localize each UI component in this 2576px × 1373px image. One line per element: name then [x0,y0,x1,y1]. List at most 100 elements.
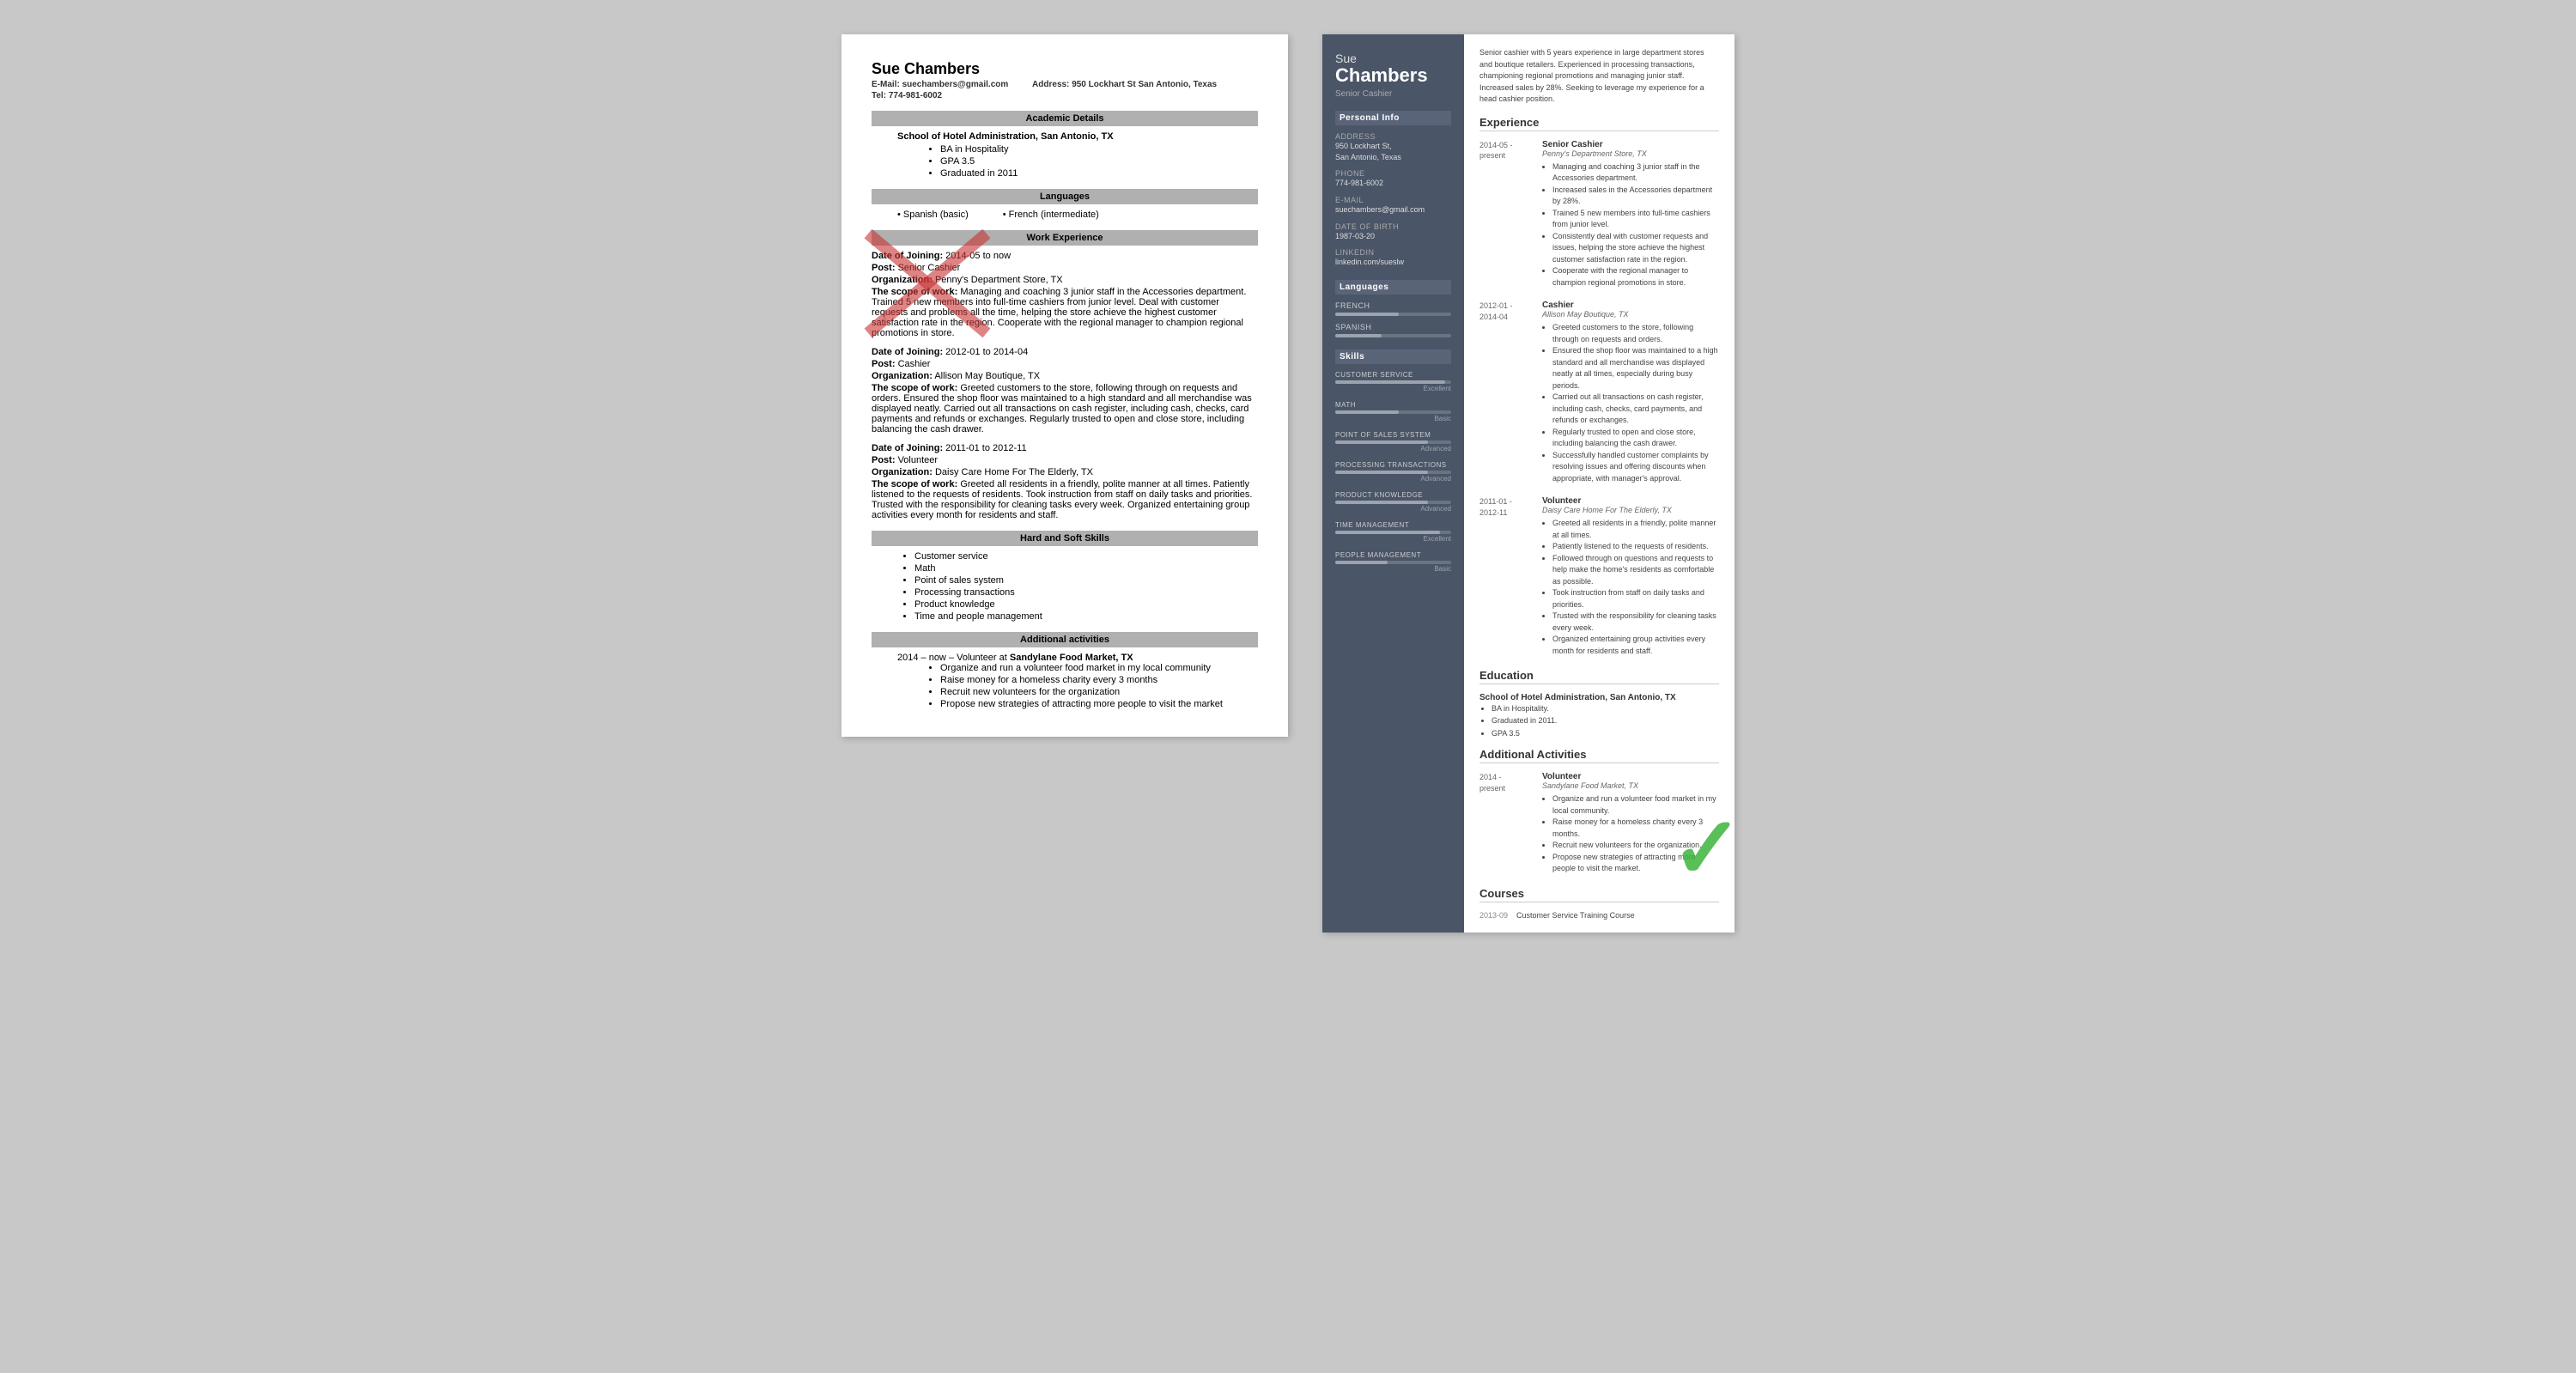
exp-1-b1: Ensured the shop floor was maintained to… [1552,345,1719,392]
exp-2-b0: Greeted all residents in a friendly, pol… [1552,518,1719,541]
exp-1-b0: Greeted customers to the store, followin… [1552,322,1719,345]
work-1-post-label: Post: [872,359,896,369]
add-0-b1: Raise money for a homeless charity every… [1552,817,1719,840]
work-1-org-field: Organization: Allison May Boutique, TX [872,371,1258,381]
skill-0: Customer service [914,551,1258,562]
add-0-b2: Recruit new volunteers for the organizat… [1552,840,1719,852]
sidebar-personal-section: Personal Info Address 950 Lockhart St,Sa… [1335,111,1451,268]
skill-proc-fill [1335,471,1428,474]
work-1-date: 2012-01 to 2014-04 [945,347,1028,357]
skill-proc-level: Advanced [1335,475,1451,483]
work-1-post-field: Post: Cashier [872,359,1258,369]
additional-heading: Additional Activities [1479,748,1719,763]
linkedin-label: LinkedIn [1335,248,1451,257]
course-0: 2013-09 Customer Service Training Course [1479,911,1719,920]
work-0-scope-field: The scope of work: Managing and coaching… [872,287,1258,338]
address-label: Address [1335,132,1451,141]
linkedin-value: linkedin.com/sueslw [1335,257,1451,268]
personal-info-title: Personal Info [1335,111,1451,125]
work-1-org: Allison May Boutique, TX [934,371,1040,381]
skill-pk-level: Advanced [1335,505,1451,513]
add-0-b3: Propose new strategies of attracting mor… [1552,852,1719,875]
skill-pk-fill [1335,501,1428,504]
exp-0-dates: 2014-05 -present [1479,140,1535,289]
academic-bullet-1: GPA 3.5 [940,156,1258,167]
phone-label: Phone [1335,169,1451,178]
work-0-org-field: Organization: Penny's Department Store, … [872,275,1258,285]
left-address: 950 Lockhart St San Antonio, Texas [1072,80,1217,89]
work-2-org-field: Organization: Daisy Care Home For The El… [872,467,1258,477]
add-bullet-2: Recruit new volunteers for the organizat… [940,687,1258,697]
courses-heading: Courses [1479,887,1719,902]
work-1-org-label: Organization: [872,371,933,381]
exp-1-title: Cashier [1542,301,1719,310]
skill-pos-bar [1335,440,1451,444]
skill-cs-fill [1335,380,1445,384]
work-1-scope-label: The scope of work: [872,383,957,393]
email-label: E-mail [1335,196,1451,204]
skill-tm-fill [1335,531,1440,534]
languages-title: Languages [1335,280,1451,295]
exp-2-org: Daisy Care Home For The Elderly, TX [1542,506,1719,514]
skills-section-title: Hard and Soft Skills [872,531,1258,546]
exp-1-b2: Carried out all transactions on cash reg… [1552,392,1719,427]
work-0-date: 2014-05 to now [945,251,1011,261]
skill-math-bar [1335,410,1451,414]
email-item: E-mail suechambers@gmail.com [1335,196,1451,216]
languages-content: • Spanish (basic) • French (intermediate… [897,210,1258,220]
exp-0-b0: Managing and coaching 3 junior staff in … [1552,161,1719,185]
academic-bullet-0: BA in Hospitality [940,144,1258,155]
phone-value: 774-981-6002 [1335,178,1451,189]
exp-2-b5: Organized entertaining group activities … [1552,634,1719,657]
work-2-date-label: Date of Joining: [872,443,943,453]
lang-0: • Spanish (basic) [897,210,969,220]
exp-1-bullets: Greeted customers to the store, followin… [1552,322,1719,484]
skill-people-management: PEOPLE MANAGEMENT Basic [1335,551,1451,573]
exp-2-title: Volunteer [1542,496,1719,506]
additional-bullets: Organize and run a volunteer food market… [940,663,1258,709]
work-2-date-field: Date of Joining: 2011-01 to 2012-11 [872,443,1258,453]
exp-entry-1: 2012-01 -2014-04 Cashier Allison May Bou… [1479,301,1719,484]
dob-item: Date of birth 1987-03-20 [1335,222,1451,242]
skill-2: Point of sales system [914,575,1258,586]
add-bullet-3: Propose new strategies of attracting mor… [940,699,1258,709]
skill-cs-name: CUSTOMER SERVICE [1335,371,1451,379]
skill-pos-fill [1335,440,1428,444]
academic-section-title: Academic Details [872,111,1258,126]
left-contact-line1: E-Mail: suechambers@gmail.com Address: 9… [872,80,1258,89]
additional-date: 2014 – now – Volunteer at [897,653,1007,663]
left-contact-line2: Tel: 774-981-6002 [872,91,1258,100]
work-2-org: Daisy Care Home For The Elderly, TX [935,467,1093,477]
main-content: Senior cashier with 5 years experience i… [1464,34,1735,933]
edu-entry-0: School of Hotel Administration, San Anto… [1479,693,1719,739]
work-0-org-label: Organization: [872,275,933,285]
skill-cs-level: Excellent [1335,385,1451,392]
course-0-name: Customer Service Training Course [1516,911,1635,920]
skill-tm-bar [1335,531,1451,534]
lang-1: • French (intermediate) [1003,210,1099,220]
skill-pk-bar [1335,501,1451,504]
lang-spanish-bar-fill [1335,334,1382,337]
additional-org: Sandylane Food Market, TX [1010,653,1133,663]
skill-5: Time and people management [914,611,1258,622]
academic-content: School of Hotel Administration, San Anto… [897,131,1258,179]
exp-0-org: Penny's Department Store, TX [1542,149,1719,158]
sidebar-name-main: Chambers [1335,65,1451,86]
academic-school: School of Hotel Administration, San Anto… [897,131,1258,142]
sidebar-name-block: Sue Chambers Senior Cashier [1335,52,1451,99]
work-2-scope-field: The scope of work: Greeted all residents… [872,479,1258,520]
edu-0-bullets: BA in Hospitality. Graduated in 2011. GP… [1492,702,1719,739]
add-0-org: Sandylane Food Market, TX [1542,781,1719,790]
course-0-date: 2013-09 [1479,911,1508,920]
add-bullet-1: Raise money for a homeless charity every… [940,675,1258,685]
exp-0-details: Senior Cashier Penny's Department Store,… [1542,140,1719,289]
skill-math-fill [1335,410,1399,414]
work-0-post-field: Post: Senior Cashier [872,263,1258,273]
lang-french-bar-fill [1335,313,1399,316]
lang-spanish: SPANISH [1335,323,1451,337]
lang-1-name: French (intermediate) [1009,210,1099,220]
edu-0-b0: BA in Hospitality. [1492,702,1719,714]
skill-product-knowledge: PRODUCT KNOWLEDGE Advanced [1335,491,1451,513]
work-2-post-label: Post: [872,455,896,465]
work-1-post: Cashier [898,359,931,369]
